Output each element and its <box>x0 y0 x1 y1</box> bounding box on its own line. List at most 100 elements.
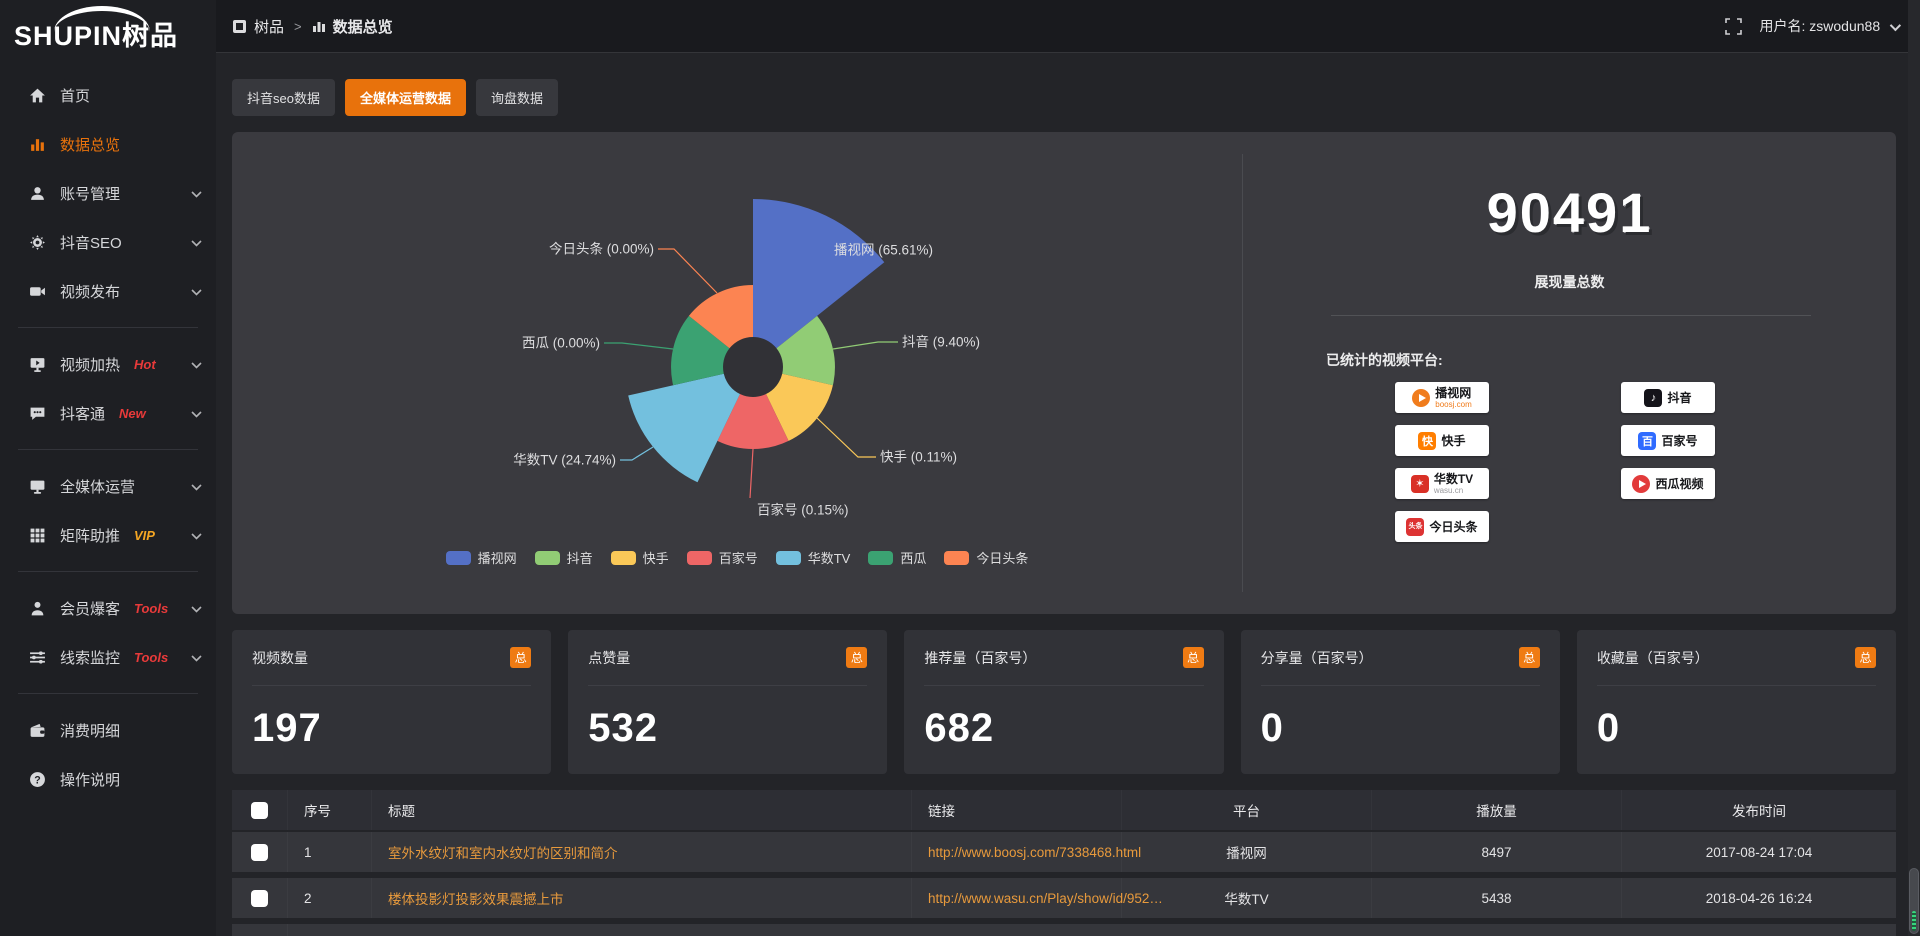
total-badge[interactable]: 总 <box>1519 647 1540 668</box>
platform-badge-华数TV[interactable]: ✶华数TVwasu.cn <box>1395 468 1489 499</box>
platform-badge-西瓜视频[interactable]: 西瓜视频 <box>1621 468 1715 499</box>
platform-badge-今日头条[interactable]: 头条今日头条 <box>1395 511 1489 542</box>
platform-name: 快手 <box>1441 435 1465 447</box>
legend-item-快手[interactable]: 快手 <box>611 548 669 567</box>
sidebar-item-label: 消费明细 <box>60 720 120 741</box>
chevron-down-icon[interactable] <box>191 234 202 251</box>
question-icon: ? <box>28 770 46 788</box>
user-icon <box>28 184 46 202</box>
stat-card-value: 197 <box>252 706 531 751</box>
table-row-1: 1室外水纹灯和室内水纹灯的区别和简介http://www.boosj.com/7… <box>232 832 1896 872</box>
breadcrumb-root[interactable]: 树品 <box>254 16 284 37</box>
tab-1[interactable]: 全媒体运营数据 <box>345 79 466 116</box>
legend-label: 快手 <box>643 548 669 567</box>
rose-pie-chart[interactable]: 播视网 (65.61%)抖音 (9.40%)快手 (0.11%)百家号 (0.1… <box>232 132 1242 614</box>
impressions-total-label: 展现量总数 <box>1243 272 1896 292</box>
user-menu-chevron-icon <box>1890 20 1901 31</box>
platform-badge-快手[interactable]: 快快手 <box>1395 425 1489 456</box>
impressions-total-value: 90491 <box>1243 180 1896 245</box>
pie-slice-华数TV[interactable] <box>628 374 740 483</box>
topbar-right: 用户名: zswodun88 <box>1725 16 1899 36</box>
sidebar-item-monitor[interactable]: 全媒体运营 <box>0 464 216 508</box>
app-root: SHUPIN树品 首页数据总览账号管理抖音SEO视频发布视频加热Hot抖客通Ne… <box>0 0 1920 936</box>
stat-card-head: 视频数量总 <box>252 630 531 686</box>
platform-badge-抖音[interactable]: ♪抖音 <box>1621 382 1715 413</box>
sidebar-item-chat[interactable]: 抖客通New <box>0 391 216 435</box>
sidebar-item-gear[interactable]: 抖音SEO <box>0 220 216 264</box>
scrollbar-thumb[interactable] <box>1909 868 1919 934</box>
chevron-down-icon[interactable] <box>191 649 202 666</box>
stat-card-2: 推荐量（百家号）总682 <box>904 630 1223 774</box>
sidebar-item-screen-play[interactable]: 视频加热Hot <box>0 342 216 386</box>
chevron-down-icon[interactable] <box>191 600 202 617</box>
sliders-icon <box>28 648 46 666</box>
username-value: zswodun88 <box>1809 18 1880 34</box>
legend-item-百家号[interactable]: 百家号 <box>687 548 758 567</box>
sidebar-item-person[interactable]: 会员爆客Tools <box>0 586 216 630</box>
sidebar-divider <box>18 327 198 328</box>
pie-label-西瓜: 西瓜 (0.00%) <box>522 336 600 351</box>
total-badge[interactable]: 总 <box>1855 647 1876 668</box>
sidebar-item-chart-bars[interactable]: 数据总览 <box>0 122 216 166</box>
cell-link[interactable]: http://www.wasu.cn/Play/show/id/952… <box>912 878 1122 918</box>
header-title: 标题 <box>372 790 912 830</box>
total-badge[interactable]: 总 <box>1183 647 1204 668</box>
legend-label: 抖音 <box>567 548 593 567</box>
cell-views: 8497 <box>1372 832 1622 872</box>
cell-title[interactable]: 室外水纹灯和室内水纹灯的区别和简介 <box>372 832 912 872</box>
pie-label-line <box>604 343 673 349</box>
pie-label-百家号: 百家号 (0.15%) <box>757 502 849 518</box>
cell-time: 2017-08-24 17:04 <box>1622 832 1896 872</box>
sidebar-item-user[interactable]: 账号管理 <box>0 171 216 215</box>
sidebar-item-home[interactable]: 首页 <box>0 73 216 117</box>
legend-item-今日头条[interactable]: 今日头条 <box>944 548 1028 567</box>
chevron-down-icon[interactable] <box>191 405 202 422</box>
header-checkbox-cell <box>232 790 288 830</box>
breadcrumb-separator: > <box>294 19 302 34</box>
content: 抖音seo数据全媒体运营数据询盘数据 播视网 (65.61%)抖音 (9.40%… <box>216 53 1920 936</box>
chevron-down-icon[interactable] <box>191 527 202 544</box>
sidebar-item-question[interactable]: ?操作说明 <box>0 757 216 801</box>
sidebar-item-video-camera[interactable]: 视频发布 <box>0 269 216 313</box>
legend-item-西瓜[interactable]: 西瓜 <box>868 548 926 567</box>
cell-views: 5438 <box>1372 878 1622 918</box>
platform-badge-百家号[interactable]: 百百家号 <box>1621 425 1715 456</box>
legend-item-华数TV[interactable]: 华数TV <box>776 548 851 567</box>
username-display[interactable]: 用户名: zswodun88 <box>1760 16 1899 36</box>
platform-badge-播视网[interactable]: 播视网boosj.com <box>1395 382 1489 413</box>
platform-name: 西瓜视频 <box>1655 478 1703 490</box>
stat-card-head: 推荐量（百家号）总 <box>924 630 1203 686</box>
chevron-down-icon[interactable] <box>191 356 202 373</box>
sidebar-item-wallet[interactable]: 消费明细 <box>0 708 216 752</box>
total-badge[interactable]: 总 <box>510 647 531 668</box>
logo-arc <box>54 6 150 32</box>
chevron-down-icon[interactable] <box>191 283 202 300</box>
legend-item-播视网[interactable]: 播视网 <box>446 548 517 567</box>
cell-title[interactable]: 楼体投影灯投影效果震撼上市 <box>372 878 912 918</box>
stat-card-1: 点赞量总532 <box>568 630 887 774</box>
platform-name: 百家号 <box>1661 435 1697 447</box>
pie-label-line <box>817 418 876 457</box>
legend-item-抖音[interactable]: 抖音 <box>535 548 593 567</box>
chevron-down-icon[interactable] <box>191 478 202 495</box>
username-label: 用户名: <box>1760 18 1806 34</box>
row-checkbox-cell <box>232 878 288 918</box>
tab-0[interactable]: 抖音seo数据 <box>232 79 335 116</box>
tab-2[interactable]: 询盘数据 <box>476 79 558 116</box>
select-all-checkbox[interactable] <box>251 802 268 819</box>
sidebar-item-grid[interactable]: 矩阵助推VIP <box>0 513 216 557</box>
platform-name: 抖音 <box>1667 392 1691 404</box>
overview-panel: 播视网 (65.61%)抖音 (9.40%)快手 (0.11%)百家号 (0.1… <box>232 132 1896 614</box>
sidebar-item-label: 矩阵助推 <box>60 525 120 546</box>
cell-link[interactable]: http://www.boosj.com/7338468.html <box>912 832 1122 872</box>
row-checkbox[interactable] <box>251 890 268 907</box>
fullscreen-icon[interactable] <box>1725 18 1742 35</box>
sidebar-item-sliders[interactable]: 线索监控Tools <box>0 635 216 679</box>
chevron-down-icon[interactable] <box>191 185 202 202</box>
total-badge[interactable]: 总 <box>846 647 867 668</box>
row-checkbox[interactable] <box>251 844 268 861</box>
pie-label-line <box>750 449 753 498</box>
page-scrollbar[interactable] <box>1908 0 1920 936</box>
wallet-icon <box>28 721 46 739</box>
pie-label-快手: 快手 (0.11%) <box>880 450 957 465</box>
